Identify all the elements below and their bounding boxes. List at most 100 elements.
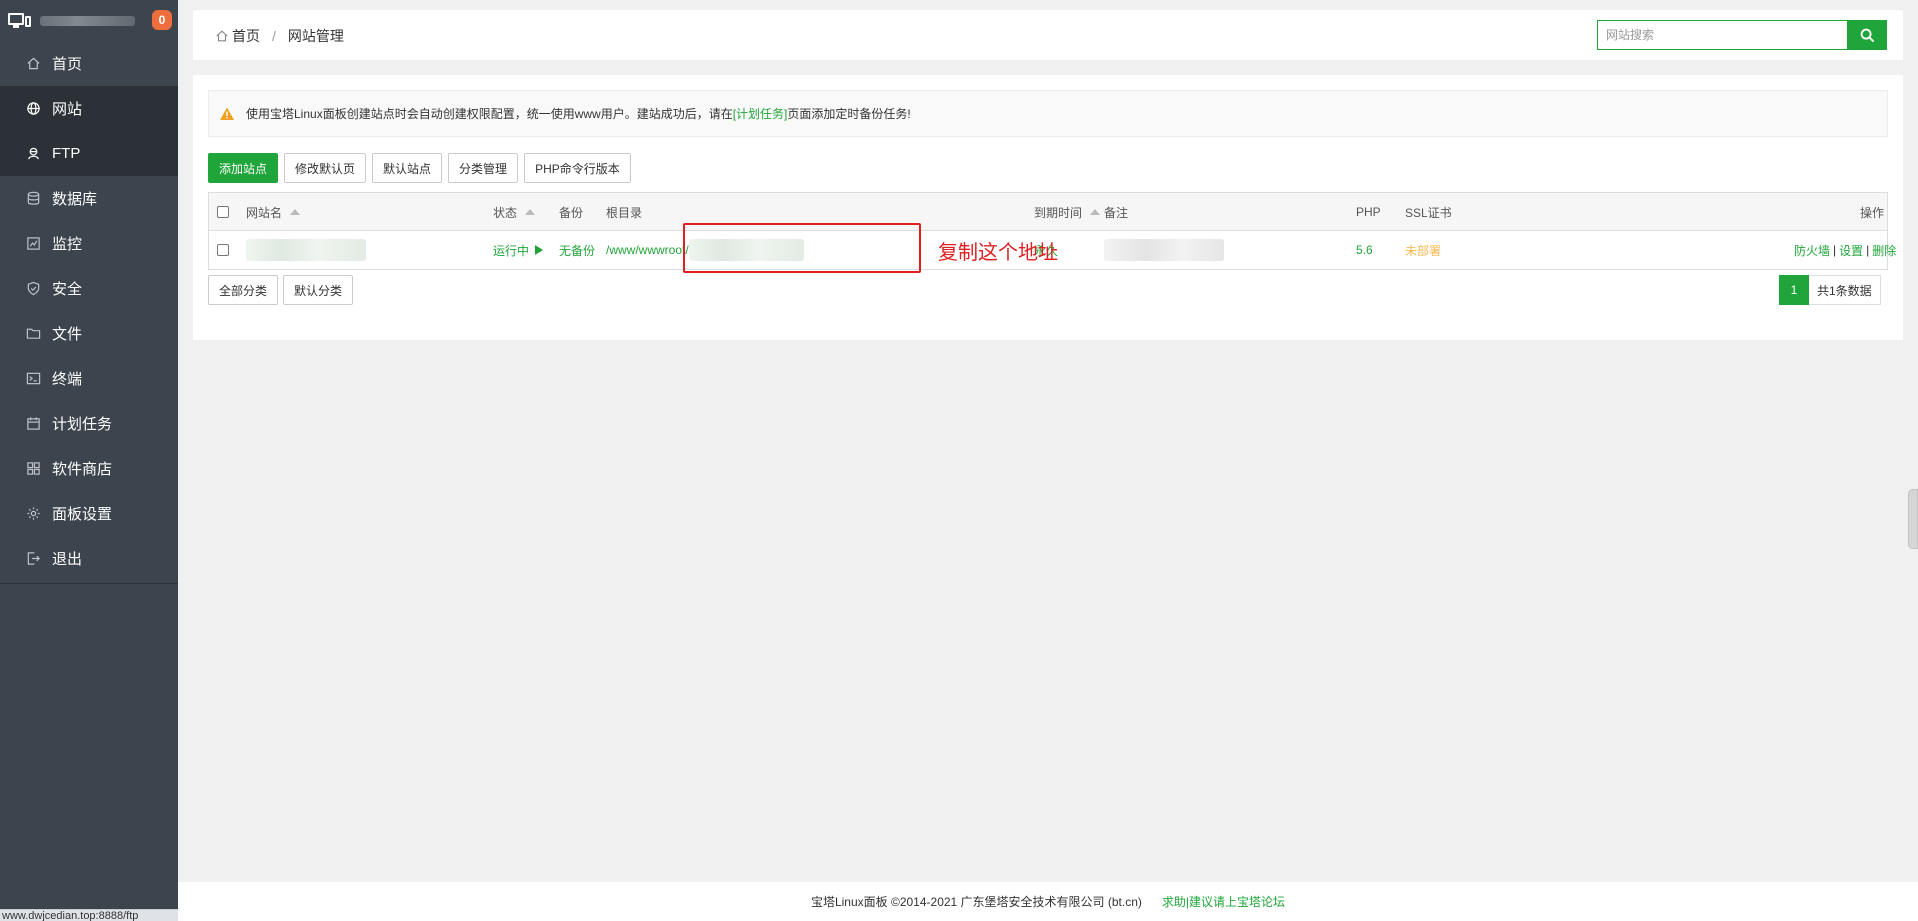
sidebar-item-terminal[interactable]: 终端 [0,356,178,401]
sidebar-item-label: 计划任务 [52,416,113,433]
php-cli-version-button[interactable]: PHP命令行版本 [524,153,631,183]
column-header-backup: 备份 [559,205,584,220]
sidebar-item-logout[interactable]: 退出 [0,536,178,581]
sidebar-item-website[interactable]: 网站 [0,86,178,131]
home-icon [215,29,229,43]
sidebar-item-app-store[interactable]: 软件商店 [0,446,178,491]
breadcrumb: 首页 / 网站管理 [215,26,344,46]
pagination: 1 共1条数据 [1779,275,1881,305]
column-header-expire[interactable]: 到期时间 [1034,193,1101,231]
column-header-ssl: SSL证书 [1405,205,1452,220]
browser-status-url: www.dwjcedian.top:8888/ftp [0,909,180,921]
category-filter-buttons: 全部分类 默认分类 [208,275,354,305]
copyright-text: 宝塔Linux面板 ©2014-2021 广东堡塔安全技术有限公司 (bt.cn… [810,895,1142,909]
site-name-cell[interactable] [246,231,366,269]
breadcrumb-current: 网站管理 [287,28,344,44]
column-header-name[interactable]: 网站名 [246,193,301,231]
site-name-blurred [246,239,366,261]
search-button[interactable] [1847,20,1887,50]
sort-arrow-icon [290,209,301,215]
select-all-cell [217,193,229,231]
total-count: 共1条数据 [1809,275,1881,305]
status-text: 运行中 [493,243,530,258]
sidebar-header: 0 [0,0,178,41]
site-management-panel: 使用宝塔Linux面板创建站点时会自动创建权限配置，统一使用www用户。建站成功… [193,75,1903,340]
root-path-cell[interactable]: /www/wwwroot/ [606,231,804,269]
sidebar-item-monitor[interactable]: 监控 [0,221,178,266]
notification-badge[interactable]: 0 [152,10,172,30]
sidebar-item-label: 网站 [52,101,83,118]
edit-default-page-button[interactable]: 修改默认页 [284,153,367,183]
sidebar-item-ftp[interactable]: FTP [0,131,178,176]
notice-text-end: 页面添加定时备份任务! [787,107,911,121]
ops-separator: | [1866,243,1870,257]
home-icon [26,56,41,71]
monitor-chart-icon [26,236,41,251]
php-version-cell[interactable]: 5.6 [1356,231,1373,269]
sidebar-item-label: 数据库 [52,191,98,208]
all-categories-button[interactable]: 全部分类 [208,275,279,305]
sidebar-item-home[interactable]: 首页 [0,41,178,86]
sidebar-item-security[interactable]: 安全 [0,266,178,311]
column-header-label: 状态 [493,205,518,220]
column-header-label: 到期时间 [1034,205,1083,220]
sidebar-item-settings[interactable]: 面板设置 [0,491,178,536]
default-category-button[interactable]: 默认分类 [283,275,354,305]
sidebar-item-label: 监控 [52,236,83,253]
sidebar-item-label: 软件商店 [52,461,113,478]
column-header-status[interactable]: 状态 [493,193,536,231]
site-search-input[interactable] [1597,20,1848,50]
sort-arrow-icon [1090,209,1101,215]
sidebar-item-label: 文件 [52,326,83,343]
shield-icon [26,281,41,296]
globe-icon [26,101,41,116]
status-cell[interactable]: 运行中 [493,231,544,269]
column-header-label: 网站名 [246,205,283,220]
database-icon [26,191,41,206]
breadcrumb-home[interactable]: 首页 [232,26,260,46]
row-select-cell [217,231,229,269]
annotation-text: 复制这个地址 [938,240,1058,264]
sidebar-item-label: 退出 [52,551,83,568]
warning-icon [220,107,234,120]
sidebar-item-label: 安全 [52,281,83,298]
row-checkbox[interactable] [217,244,229,256]
forum-link[interactable]: 求助|建议请上宝塔论坛 [1162,893,1285,910]
category-manage-button[interactable]: 分类管理 [448,153,519,183]
settings-link[interactable]: 设置 [1839,242,1863,259]
select-all-checkbox[interactable] [217,206,229,218]
add-site-button[interactable]: 添加站点 [208,153,279,183]
page-number-current[interactable]: 1 [1779,275,1809,305]
firewall-link[interactable]: 防火墙 [1794,242,1830,259]
ftp-icon [26,146,41,161]
backup-cell[interactable]: 无备份 [559,231,595,269]
delete-link[interactable]: 删除 [1872,242,1896,259]
terminal-icon [26,371,41,386]
note-blurred [1104,239,1224,261]
monitor-icon [8,12,31,29]
root-path-blurred [688,239,804,261]
ops-cell: 防火墙 | 设置 | 删除 [1794,231,1896,269]
column-header-root: 根目录 [606,205,643,220]
default-site-button[interactable]: 默认站点 [372,153,443,183]
cron-task-link[interactable]: [计划任务] [733,105,788,122]
notice-text: 使用宝塔Linux面板创建站点时会自动创建权限配置，统一使用www用户。建站成功… [246,107,733,121]
apps-grid-icon [26,461,41,476]
sidebar-item-cron[interactable]: 计划任务 [0,401,178,446]
sidebar-item-label: 终端 [52,371,83,388]
play-icon [535,245,544,255]
ssl-status-cell[interactable]: 未部署 [1405,231,1441,269]
sidebar-item-database[interactable]: 数据库 [0,176,178,221]
side-drawer-handle[interactable] [1908,489,1918,549]
host-name-blurred [40,15,135,26]
breadcrumb-separator: / [272,28,276,44]
calendar-icon [26,416,41,431]
logout-icon [26,551,41,566]
ops-separator: | [1833,243,1837,257]
sidebar-item-files[interactable]: 文件 [0,311,178,356]
gear-icon [26,506,41,521]
sidebar-item-label: 面板设置 [52,506,113,523]
column-header-php: PHP [1356,205,1381,219]
note-cell[interactable] [1104,231,1224,269]
sort-arrow-icon [525,209,536,215]
